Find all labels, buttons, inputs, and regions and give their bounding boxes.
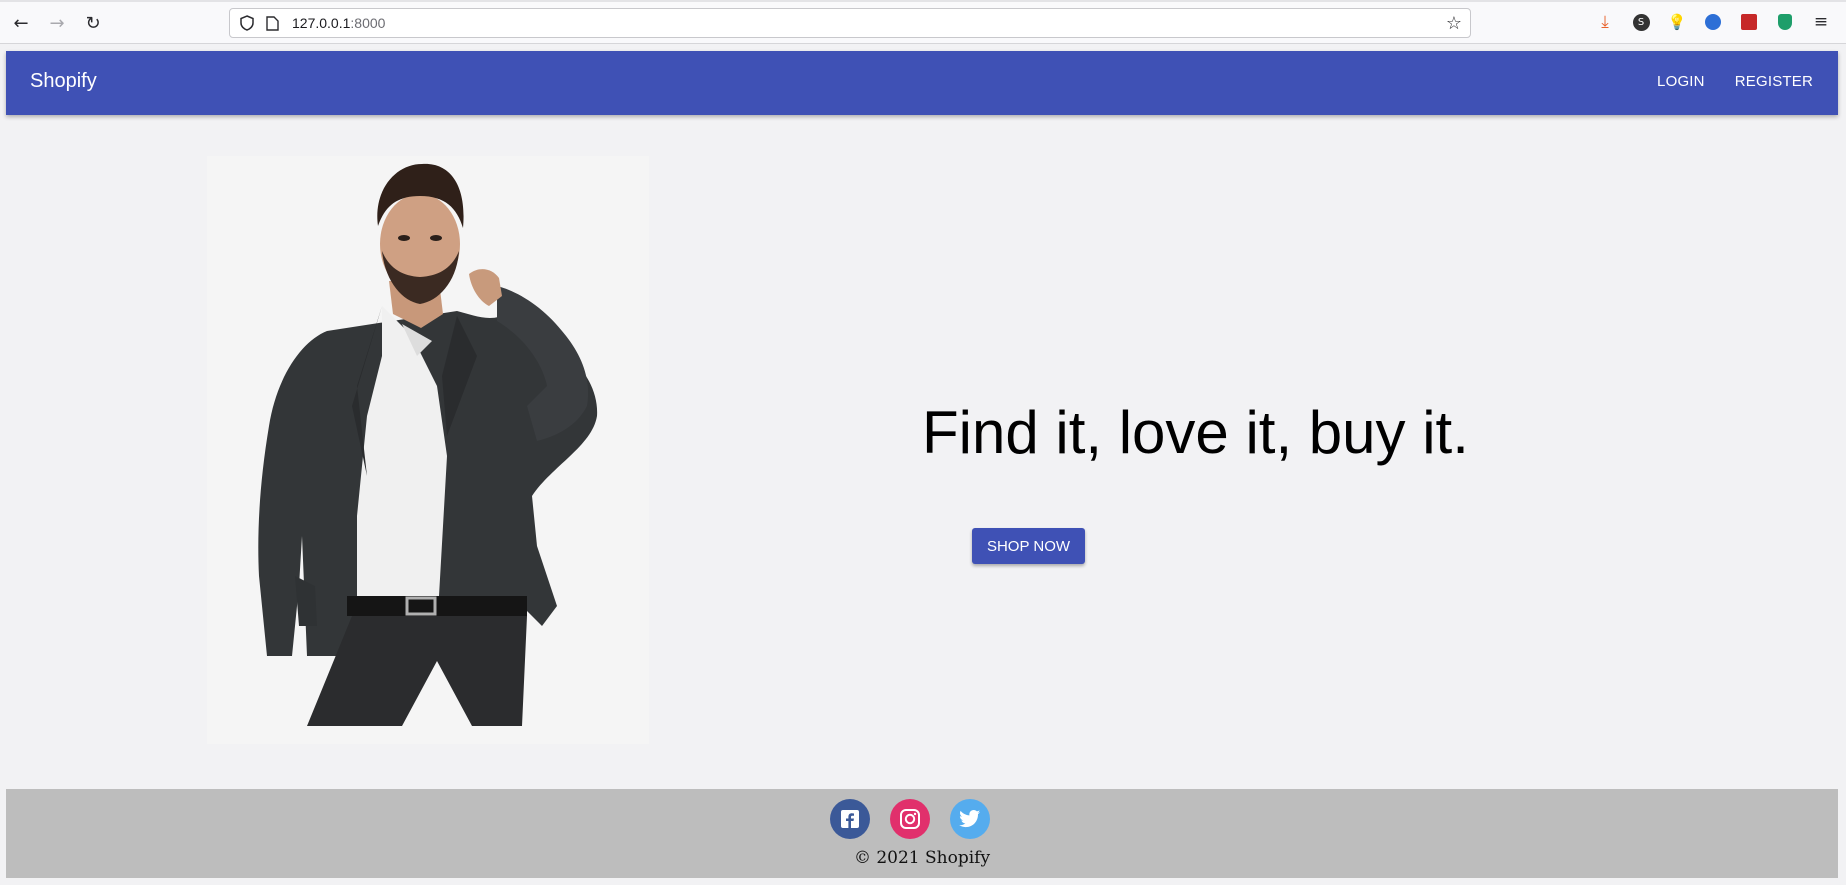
- download-icon[interactable]: ⤓: [1595, 12, 1615, 32]
- lightbulb-icon[interactable]: 💡: [1667, 12, 1687, 32]
- footer: © 2021 Shopify: [6, 789, 1838, 878]
- man-in-suit-illustration: [258, 163, 598, 726]
- shop-now-button[interactable]: SHOP NOW: [972, 528, 1085, 564]
- window-top-edge: [0, 0, 1846, 2]
- app-navbar: Shopify LOGIN REGISTER: [6, 51, 1838, 115]
- url-port: :8000: [350, 15, 386, 31]
- facebook-icon: [841, 810, 859, 828]
- hero-headline: Find it, love it, buy it.: [922, 399, 1469, 466]
- twitter-link[interactable]: [950, 799, 990, 839]
- url-text[interactable]: 127.0.0.1:8000: [292, 15, 385, 31]
- nav-links: LOGIN REGISTER: [1642, 73, 1828, 90]
- twitter-icon: [959, 810, 981, 828]
- browser-toolbar: ← → ↻ 127.0.0.1:8000 ☆ ⤓ S 💡 ≡: [0, 0, 1846, 44]
- url-host: 127.0.0.1: [292, 15, 351, 31]
- reload-icon[interactable]: ↻: [80, 10, 106, 36]
- extension-shield-icon[interactable]: [1775, 12, 1795, 32]
- facebook-link[interactable]: [830, 799, 870, 839]
- bookmark-star-icon[interactable]: ☆: [1446, 13, 1462, 34]
- register-link[interactable]: REGISTER: [1720, 73, 1828, 90]
- extension-s-icon[interactable]: S: [1631, 12, 1651, 32]
- brand-logo[interactable]: Shopify: [30, 70, 97, 93]
- extension-blue-icon[interactable]: [1703, 12, 1723, 32]
- menu-icon[interactable]: ≡: [1811, 12, 1831, 32]
- hero-image: [207, 156, 649, 744]
- shield-icon[interactable]: [239, 15, 255, 31]
- instagram-link[interactable]: [890, 799, 930, 839]
- login-link[interactable]: LOGIN: [1642, 73, 1720, 90]
- social-links: [830, 799, 990, 839]
- page-icon: [266, 16, 279, 31]
- copyright-text: © 2021 Shopify: [853, 848, 991, 868]
- extension-red-icon[interactable]: [1739, 12, 1759, 32]
- instagram-icon: [900, 809, 920, 829]
- back-arrow-icon[interactable]: ←: [8, 10, 34, 36]
- address-bar[interactable]: 127.0.0.1:8000 ☆: [229, 8, 1471, 38]
- forward-arrow-icon[interactable]: →: [44, 10, 70, 36]
